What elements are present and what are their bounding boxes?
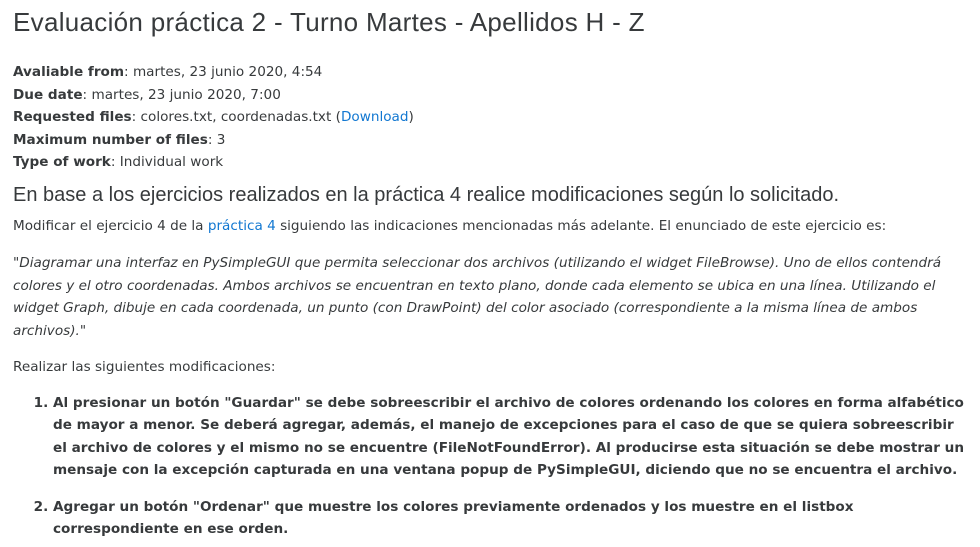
work-type-row: Type of work: Individual work	[13, 154, 224, 170]
max-files-row: Maximum number of files: 3	[13, 131, 226, 148]
max-files-label: Maximum number of files	[13, 131, 208, 148]
max-files-value: 3	[216, 131, 226, 148]
section-heading: En base a los ejercicios realizados en l…	[13, 183, 839, 206]
modifications-lead: Realizar las siguientes modificaciones:	[13, 359, 276, 375]
available-from-value: martes, 23 junio 2020, 4:54	[132, 64, 323, 80]
list-item: Agregar un botón "Ordenar" que muestre l…	[53, 496, 968, 541]
work-type-label: Type of work	[13, 154, 111, 170]
requested-files-row: Requested files: colores.txt, coordenada…	[13, 109, 414, 125]
assignment-meta: Avaliable from: martes, 23 junio 2020, 4…	[13, 61, 968, 174]
practica-4-link[interactable]: práctica 4	[208, 218, 276, 234]
intro-text-after: siguiendo las indicaciones mencionadas m…	[275, 217, 887, 234]
due-date-value: martes, 23 junio 2020, 7:00	[91, 86, 281, 103]
available-from-label: Avaliable from	[13, 64, 125, 80]
intro-paragraph: Modificar el ejercicio 4 de la práctica …	[13, 215, 968, 238]
work-type-value: Individual work	[119, 154, 224, 170]
list-item: Al presionar un botón "Guardar" se debe …	[53, 392, 968, 482]
download-link[interactable]: Download	[341, 109, 409, 125]
modifications-list: Al presionar un botón "Guardar" se debe …	[13, 392, 968, 541]
intro-text-before: Modificar el ejercicio 4 de la	[13, 217, 208, 234]
requested-files-label: Requested files	[13, 109, 132, 125]
page-title: Evaluación práctica 2 - Turno Martes - A…	[13, 7, 645, 37]
exercise-quote: "Diagramar una interfaz en PySimpleGUI q…	[13, 255, 942, 339]
assignment-page: Evaluación práctica 2 - Turno Martes - A…	[0, 0, 980, 541]
requested-files-value: colores.txt, coordenadas.txt	[140, 109, 332, 125]
available-from-row: Avaliable from: martes, 23 junio 2020, 4…	[13, 64, 323, 80]
due-date-row: Due date: martes, 23 junio 2020, 7:00	[13, 86, 281, 103]
due-date-label: Due date	[13, 86, 83, 103]
